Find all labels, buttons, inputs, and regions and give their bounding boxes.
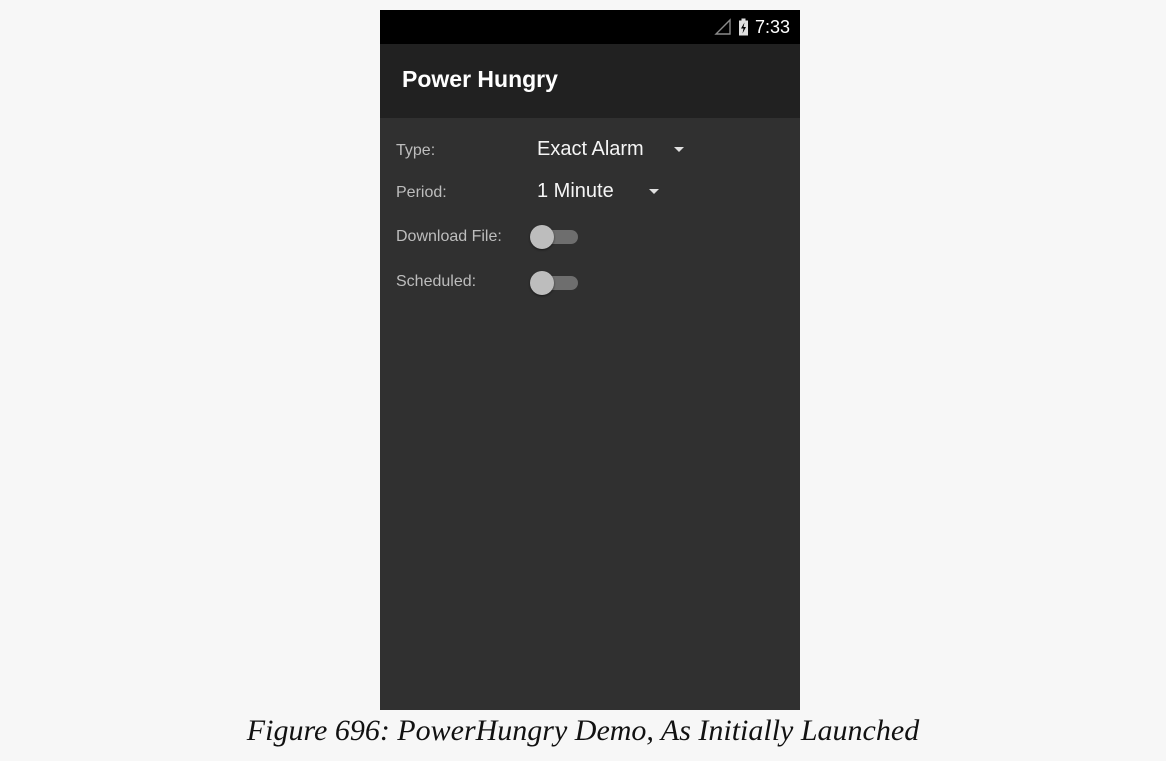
battery-charging-icon [738, 18, 748, 36]
type-spinner-value: Exact Alarm [537, 138, 644, 160]
switch-thumb [530, 225, 554, 249]
period-label: Period: [396, 184, 447, 201]
scheduled-switch[interactable] [530, 268, 580, 298]
status-time: 7:33 [754, 16, 790, 37]
switch-thumb [530, 271, 554, 295]
status-icons: 7:33 [714, 10, 790, 44]
figure-caption: Figure 696: PowerHungry Demo, As Initial… [246, 714, 920, 747]
chevron-down-icon [648, 189, 659, 194]
phone-screen: 7:33 Power Hungry Type: Exact Alarm Peri… [380, 10, 800, 710]
status-bar: 7:33 [380, 10, 800, 44]
download-file-switch[interactable] [530, 222, 580, 252]
period-spinner-value: 1 Minute [537, 180, 614, 202]
app-bar: Power Hungry [380, 44, 800, 118]
download-file-label: Download File: [396, 228, 502, 245]
chevron-down-icon [673, 147, 684, 152]
type-spinner[interactable]: Exact Alarm [537, 138, 684, 161]
app-title: Power Hungry [402, 66, 558, 92]
period-spinner[interactable]: 1 Minute [537, 180, 659, 203]
type-label: Type: [396, 142, 436, 159]
signal-icon [714, 18, 731, 35]
scheduled-label: Scheduled: [396, 273, 477, 290]
